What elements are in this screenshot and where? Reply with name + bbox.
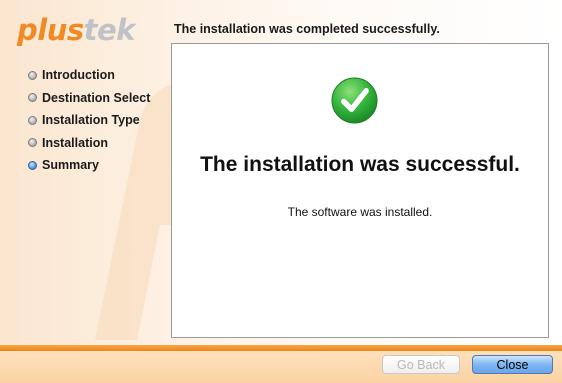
button-bar: Go Back Close: [0, 351, 562, 383]
step-label: Installation: [42, 135, 108, 150]
header-title: The installation was completed successfu…: [174, 22, 440, 36]
go-back-button[interactable]: Go Back: [382, 355, 460, 374]
logo-part-plus: plus: [17, 13, 84, 47]
step-destination-select: Destination Select: [28, 87, 150, 110]
step-installation-type: Installation Type: [28, 109, 150, 132]
step-bullet-icon: [28, 138, 37, 148]
step-label: Installation Type: [42, 113, 140, 128]
step-introduction: Introduction: [28, 64, 150, 87]
logo-part-tek: tek: [83, 13, 136, 47]
step-bullet-active-icon: [28, 160, 37, 170]
plustek-logo: plustek: [17, 12, 135, 48]
step-bullet-icon: [28, 115, 37, 125]
content-panel: The installation was successful. The sof…: [171, 43, 549, 338]
step-label: Summary: [42, 158, 99, 173]
step-summary: Summary: [28, 154, 150, 177]
step-bullet-icon: [28, 70, 37, 80]
installation-steps-list: Introduction Destination Select Installa…: [28, 64, 150, 177]
success-check-icon: [331, 77, 378, 124]
step-installation: Installation: [28, 132, 150, 155]
success-title: The installation was successful.: [200, 153, 520, 176]
close-button[interactable]: Close: [472, 355, 553, 374]
step-bullet-icon: [28, 93, 37, 103]
installer-window: plustek The installation was completed s…: [0, 0, 562, 383]
success-message: The software was installed.: [287, 205, 433, 219]
step-label: Destination Select: [42, 90, 151, 105]
step-label: Introduction: [42, 68, 115, 83]
